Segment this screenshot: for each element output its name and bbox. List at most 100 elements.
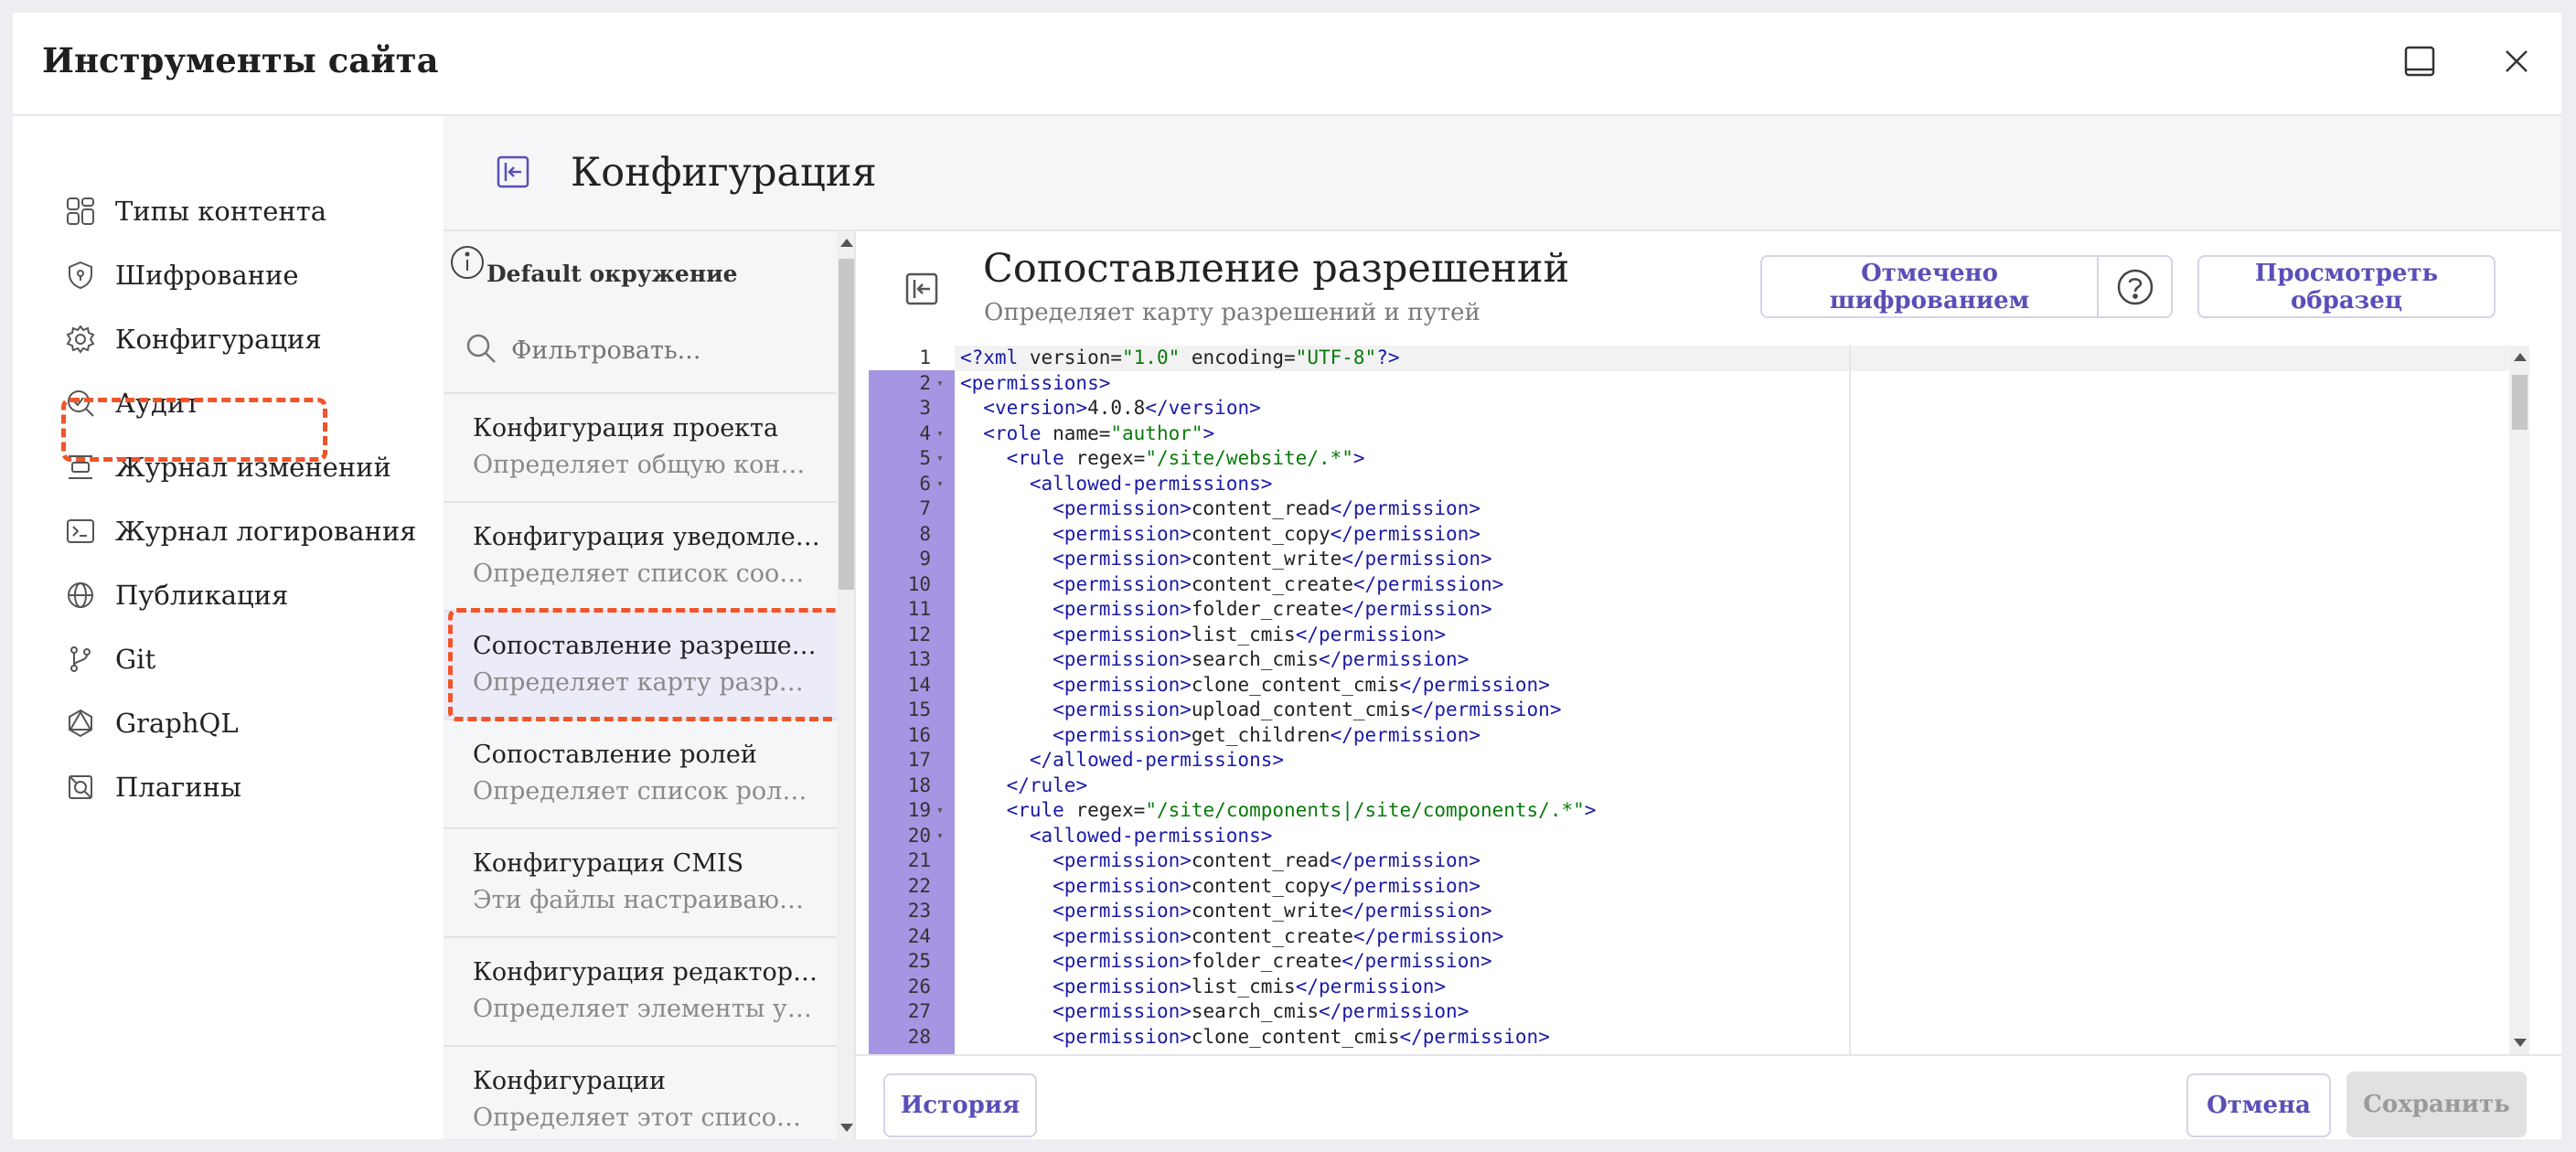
collapse-left-icon	[905, 272, 938, 305]
list-item[interactable]: Конфигурация проекта Определяет общую ко…	[444, 394, 837, 501]
code-line: <permission>content_copy</permission>	[1053, 874, 1480, 897]
sidebar-item-encryption[interactable]: Шифрование	[60, 249, 299, 302]
fold-arrow-icon[interactable]: ▾	[936, 371, 947, 397]
code-line: <permissions>	[960, 371, 1111, 394]
sidebar-item-configuration[interactable]: Конфигурация	[60, 313, 322, 366]
code-line: <rule regex="/site/components|/site/comp…	[1006, 799, 1597, 821]
scroll-down-arrow-icon[interactable]	[2514, 1039, 2527, 1047]
list-scrollbar[interactable]	[837, 231, 854, 1139]
code-line: <allowed-permissions>	[1029, 472, 1273, 495]
code-line: <?xml version="1.0" encoding="UTF-8"?>	[960, 347, 1400, 368]
environment-label: Default окружение	[486, 261, 738, 287]
sidebar-item-graphql[interactable]: GraphQL	[60, 697, 239, 750]
list-item[interactable]: Конфигурации Определяет этот список конф…	[444, 1047, 837, 1139]
fold-arrow-icon[interactable]: ▾	[936, 421, 947, 447]
list-item-title: Конфигурация CMIS	[473, 849, 744, 878]
fold-arrow-icon[interactable]: ▾	[936, 798, 947, 824]
view-sample-button[interactable]: Просмотреть образец	[2197, 255, 2496, 318]
close-button[interactable]	[2496, 40, 2538, 82]
line-number: 9	[919, 548, 931, 570]
code-line: <role name="author">	[983, 421, 1215, 444]
code-line: <permission>list_cmis</permission>	[1053, 623, 1447, 645]
sidebar-item-content-types[interactable]: Типы контента	[60, 185, 326, 238]
code-line: <permission>list_cmis</permission>	[1053, 975, 1447, 997]
help-icon	[2117, 269, 2153, 304]
sidebar-item-label: Конфигурация	[115, 324, 322, 355]
help-button[interactable]	[2097, 255, 2173, 318]
scroll-thumb[interactable]	[839, 259, 854, 590]
cancel-button[interactable]: Отмена	[2186, 1073, 2331, 1137]
line-number: 10	[907, 572, 931, 595]
line-number: 26	[907, 975, 931, 997]
line-number: 23	[907, 900, 931, 922]
minimize-button[interactable]	[2399, 40, 2441, 82]
scroll-thumb[interactable]	[2512, 375, 2528, 430]
gear-icon	[60, 319, 101, 359]
line-number: 11	[907, 598, 931, 620]
sidebar-item-label: Плагины	[115, 772, 241, 803]
fold-arrow-icon[interactable]: ▾	[936, 824, 947, 849]
list-item-desc: Определяет общую конфигурацию проекта	[473, 451, 816, 479]
print-margin	[1849, 346, 1851, 1054]
code-line: <permission>content_read</permission>	[1053, 849, 1480, 871]
main-area: Конфигурация Default окружение Конфигура…	[444, 116, 2561, 1139]
line-number: 13	[907, 648, 931, 670]
scroll-up-arrow-icon[interactable]	[840, 239, 853, 247]
code-editor[interactable]: 1 2 ▾ 3 4 ▾ 5 ▾ 6 ▾ 7 8 9 10 11 12 13 14 15 16 17 18 19 ▾ 20 ▾ 21 2…	[869, 346, 2529, 1054]
editor-footer: История Отмена Сохранить	[856, 1054, 2561, 1139]
info-icon	[449, 244, 486, 281]
collapse-sidebar-button[interactable]	[494, 153, 532, 191]
close-icon	[2506, 50, 2528, 72]
list-item-desc: Эти файлы настраивают 0 или более	[473, 886, 816, 914]
line-number: 21	[907, 849, 931, 871]
sidebar-item-plugins[interactable]: Плагины	[60, 761, 241, 814]
encrypt-marked-button[interactable]: Отмечено шифрованием	[1760, 255, 2097, 318]
sidebar-item-publishing[interactable]: Публикация	[60, 569, 288, 622]
fold-arrow-icon[interactable]: ▾	[936, 472, 947, 497]
list-item[interactable]: Сопоставление ролей Определяет список ро…	[444, 720, 837, 827]
line-number: 14	[907, 673, 931, 696]
list-item[interactable]: Конфигурация CMIS Эти файлы настраивают …	[444, 829, 837, 936]
code-line: <allowed-permissions>	[1029, 824, 1273, 847]
site-tools-dialog: Инструменты сайта Типы контента Шифрован…	[13, 13, 2561, 1139]
code-line: <permission>content_create</permission>	[1053, 572, 1504, 595]
content-types-icon	[60, 191, 101, 231]
code-line: </allowed-permissions>	[1029, 749, 1285, 771]
scroll-up-arrow-icon[interactable]	[2514, 353, 2527, 361]
terminal-icon	[60, 511, 101, 551]
sidebar-item-logging[interactable]: Журнал логирования	[60, 505, 416, 558]
main-header: Конфигурация	[444, 116, 2561, 231]
sidebar-item-label: GraphQL	[115, 708, 239, 739]
sidebar-item-label: Публикация	[115, 580, 289, 611]
list-item[interactable]: Конфигурация уведомлений Определяет спис…	[444, 503, 837, 610]
list-item-title: Конфигурация редактора типов контента	[473, 958, 820, 987]
minimize-icon	[2404, 46, 2435, 77]
history-button[interactable]: История	[883, 1073, 1037, 1137]
config-list-panel: Default окружение Конфигурация проекта О…	[444, 231, 856, 1139]
fold-arrow-icon[interactable]: ▾	[936, 446, 947, 472]
sidebar: Типы контента Шифрование Конфигурация Ау…	[13, 116, 444, 1139]
editor-scrollbar[interactable]	[2509, 346, 2529, 1054]
line-number: 28	[907, 1025, 931, 1048]
line-number: 24	[907, 924, 931, 947]
line-gutter: 1 2 ▾ 3 4 ▾ 5 ▾ 6 ▾ 7 8 9 10 11 12 13 14 15 16 17 18 19 ▾ 20 ▾ 21 2…	[869, 346, 955, 1054]
collapse-list-button[interactable]	[903, 270, 941, 308]
list-item-desc: Определяет список сообщений	[473, 560, 816, 588]
line-number: 2	[919, 371, 931, 394]
sidebar-item-label: Типы контента	[115, 196, 327, 227]
globe-icon	[60, 575, 101, 615]
line-number: 4	[919, 421, 931, 444]
plugins-icon	[60, 767, 101, 807]
list-item[interactable]: Конфигурация редактора типов контента Оп…	[444, 938, 837, 1045]
graphql-icon	[60, 703, 101, 743]
scroll-down-arrow-icon[interactable]	[840, 1124, 853, 1132]
line-number: 20	[907, 824, 931, 847]
line-number: 27	[907, 1000, 931, 1022]
filter-input[interactable]	[511, 336, 804, 365]
sidebar-item-git[interactable]: Git	[60, 633, 155, 686]
sidebar-item-label: Git	[115, 644, 156, 675]
save-button: Сохранить	[2346, 1072, 2527, 1137]
git-branch-icon	[60, 639, 101, 679]
line-number: 8	[919, 522, 931, 545]
sidebar-item-label: Шифрование	[115, 260, 299, 291]
